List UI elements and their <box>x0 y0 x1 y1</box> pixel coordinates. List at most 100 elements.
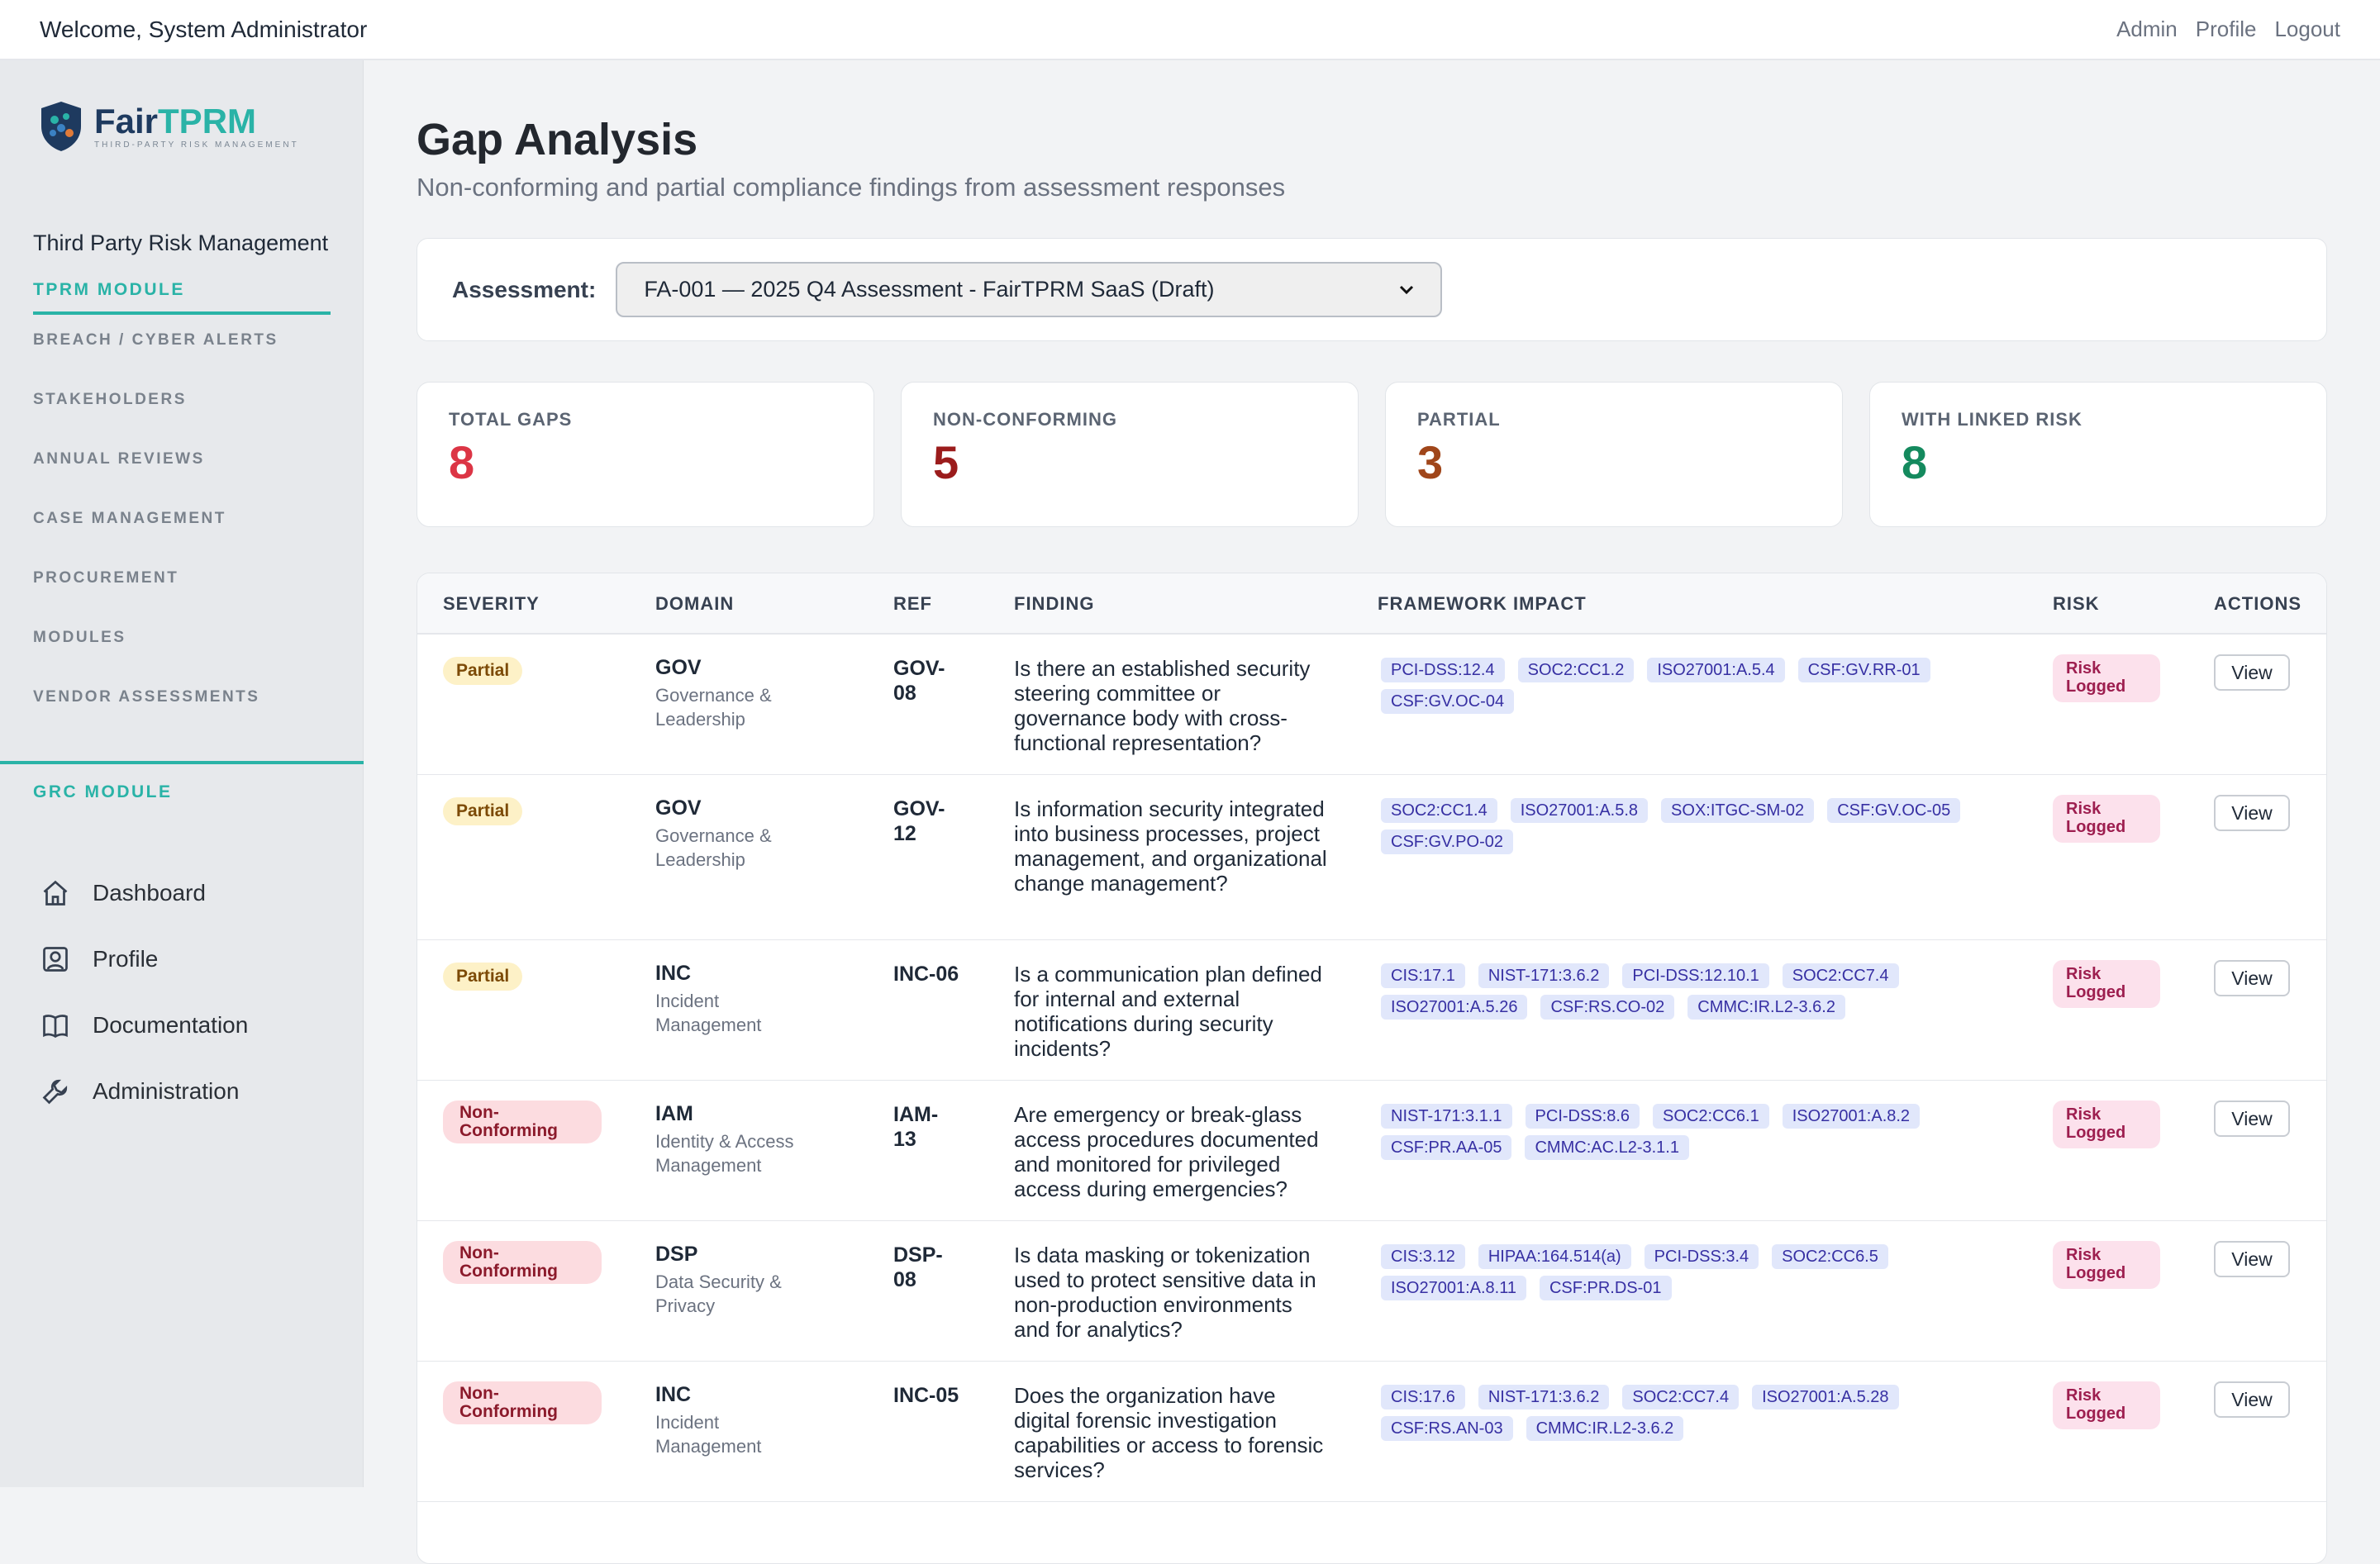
book-icon <box>40 1010 71 1041</box>
nav-dashboard[interactable]: Dashboard <box>40 860 248 926</box>
assessment-select[interactable]: FA-001 — 2025 Q4 Assessment - FairTPRM S… <box>616 262 1443 317</box>
nav-documentation-label: Documentation <box>93 1012 249 1038</box>
framework-tag: CSF:GV.PO-02 <box>1381 830 1513 854</box>
framework-tag: ISO27001:A.5.28 <box>1752 1385 1899 1410</box>
ref-id: GOV-08 <box>893 657 945 705</box>
nav-profile[interactable]: Profile <box>40 926 248 992</box>
framework-tags: CIS:17.6 NIST-171:3.6.2 SOC2:CC7.4 ISO27001… <box>1381 1385 2009 1441</box>
user-icon <box>40 944 71 975</box>
grc-module-heading[interactable]: GRC MODULE <box>33 782 173 802</box>
sidebar: FairTPRM THIRD-PARTY RISK MANAGEMENT Thi… <box>0 60 364 1487</box>
view-button[interactable]: View <box>2214 960 2290 996</box>
gaps-table: SEVERITY DOMAIN REF FINDING FRAMEWORK IM… <box>416 573 2327 1564</box>
framework-tag: SOC2:CC6.1 <box>1653 1104 1769 1129</box>
welcome-text: Welcome, System Administrator <box>40 16 368 42</box>
profile-link[interactable]: Profile <box>2196 17 2257 42</box>
finding-text: Are emergency or break-glass access proc… <box>1014 1102 1319 1201</box>
home-icon <box>40 877 71 909</box>
severity-badge: Partial <box>443 797 523 825</box>
framework-tag: CMMC:IR.L2-3.6.2 <box>1687 995 1845 1020</box>
shield-logo-icon <box>41 102 81 151</box>
nav-stakeholders[interactable]: STAKEHOLDERS <box>33 391 278 450</box>
table-header: SEVERITY DOMAIN REF FINDING FRAMEWORK IM… <box>417 573 2326 635</box>
ref-id: GOV-12 <box>893 797 945 845</box>
framework-tag: NIST-171:3.1.1 <box>1381 1104 1512 1129</box>
page-subtitle: Non-conforming and partial compliance fi… <box>416 173 1286 202</box>
view-button[interactable]: View <box>2214 1101 2290 1137</box>
framework-tag: NIST-171:3.6.2 <box>1478 1385 1610 1410</box>
col-framework-impact[interactable]: FRAMEWORK IMPACT <box>1378 593 1587 615</box>
framework-tag: CSF:PR.AA-05 <box>1381 1135 1512 1160</box>
framework-tag: SOC2:CC7.4 <box>1782 963 1899 988</box>
nav-administration-label: Administration <box>93 1078 240 1104</box>
top-bar: Welcome, System Administrator Admin Prof… <box>0 0 2380 60</box>
logo-wordmark: FairTPRM <box>94 101 257 140</box>
stat-value: 3 <box>1417 436 1444 488</box>
domain-name: Data Security & Privacy <box>655 1272 782 1316</box>
framework-tag: NIST-171:3.6.2 <box>1478 963 1610 988</box>
framework-tag: CIS:3.12 <box>1381 1244 1465 1269</box>
nav-annual-reviews[interactable]: ANNUAL REVIEWS <box>33 450 278 510</box>
framework-tag: CSF:RS.CO-02 <box>1540 995 1675 1020</box>
framework-tag: PCI-DSS:3.4 <box>1644 1244 1759 1269</box>
framework-tag: HIPAA:164.514(a) <box>1478 1244 1631 1269</box>
chevron-down-icon <box>1400 285 1414 294</box>
framework-tag: SOC2:CC6.5 <box>1772 1244 1888 1269</box>
logo[interactable]: FairTPRM THIRD-PARTY RISK MANAGEMENT <box>38 100 299 153</box>
risk-badge[interactable]: Risk Logged <box>2053 1241 2160 1289</box>
page-title: Gap Analysis <box>416 115 698 164</box>
framework-tag: CMMC:AC.L2-3.1.1 <box>1525 1135 1689 1160</box>
nav-modules[interactable]: MODULES <box>33 629 278 688</box>
framework-tag: ISO27001:A.8.11 <box>1381 1276 1526 1300</box>
col-risk[interactable]: RISK <box>2053 593 2100 615</box>
logo-tagline: THIRD-PARTY RISK MANAGEMENT <box>94 140 299 150</box>
col-domain[interactable]: DOMAIN <box>655 593 734 615</box>
finding-text: Does the organization have digital foren… <box>1014 1383 1324 1482</box>
framework-tags: PCI-DSS:12.4 SOC2:CC1.2 ISO27001:A.5.4 CSF:… <box>1381 658 2009 714</box>
risk-badge[interactable]: Risk Logged <box>2053 1381 2160 1429</box>
framework-tag: CSF:PR.DS-01 <box>1539 1276 1672 1300</box>
domain-name: Identity & Access Management <box>655 1131 794 1176</box>
col-finding[interactable]: FINDING <box>1014 593 1094 615</box>
view-button[interactable]: View <box>2214 1241 2290 1277</box>
risk-badge[interactable]: Risk Logged <box>2053 1101 2160 1148</box>
assessment-selected-value: FA-001 — 2025 Q4 Assessment - FairTPRM S… <box>644 277 1215 302</box>
risk-badge[interactable]: Risk Logged <box>2053 795 2160 843</box>
nav-case-management[interactable]: CASE MANAGEMENT <box>33 510 278 569</box>
view-button[interactable]: View <box>2214 795 2290 831</box>
nav-profile-label: Profile <box>93 946 159 972</box>
stat-partial: PARTIAL 3 <box>1385 382 1843 527</box>
col-severity[interactable]: SEVERITY <box>443 593 540 615</box>
framework-tag: SOC2:CC1.4 <box>1381 798 1497 823</box>
risk-badge[interactable]: Risk Logged <box>2053 960 2160 1008</box>
logout-link[interactable]: Logout <box>2274 17 2340 42</box>
risk-badge[interactable]: Risk Logged <box>2053 654 2160 702</box>
grc-nav: Dashboard Profile Documentation Administ… <box>40 860 248 1124</box>
severity-badge: Non-Conforming <box>443 1381 602 1424</box>
nav-vendor-assessments[interactable]: VENDOR ASSESSMENTS <box>33 688 278 748</box>
ref-id: DSP-08 <box>893 1243 943 1291</box>
view-button[interactable]: View <box>2214 1381 2290 1418</box>
col-ref[interactable]: REF <box>893 593 932 615</box>
domain-name: Governance & Leadership <box>655 685 772 730</box>
nav-breach-cyber-alerts[interactable]: BREACH / CYBER ALERTS <box>33 331 278 391</box>
nav-documentation[interactable]: Documentation <box>40 992 248 1058</box>
finding-text: Is data masking or tokenization used to … <box>1014 1243 1316 1342</box>
domain-code: GOV <box>655 796 702 820</box>
brand-title: Third Party Risk Management <box>33 231 329 255</box>
col-actions[interactable]: ACTIONS <box>2214 593 2301 615</box>
framework-tag: SOX:ITGC-SM-02 <box>1661 798 1815 823</box>
view-button[interactable]: View <box>2214 654 2290 691</box>
domain-name: Incident Management <box>655 991 762 1035</box>
nav-procurement[interactable]: PROCUREMENT <box>33 569 278 629</box>
framework-tag: CSF:GV.OC-05 <box>1827 798 1961 823</box>
stat-value: 8 <box>449 436 475 488</box>
severity-badge: Non-Conforming <box>443 1101 602 1143</box>
admin-link[interactable]: Admin <box>2116 17 2178 42</box>
tprm-module-heading[interactable]: TPRM MODULE <box>33 280 331 315</box>
nav-dashboard-label: Dashboard <box>93 880 206 906</box>
framework-tags: SOC2:CC1.4 ISO27001:A.5.8 SOX:ITGC-SM-02 CS… <box>1381 798 2009 854</box>
nav-administration[interactable]: Administration <box>40 1058 248 1124</box>
framework-tag: CMMC:IR.L2-3.6.2 <box>1526 1416 1684 1441</box>
framework-tag: PCI-DSS:12.4 <box>1381 658 1505 682</box>
